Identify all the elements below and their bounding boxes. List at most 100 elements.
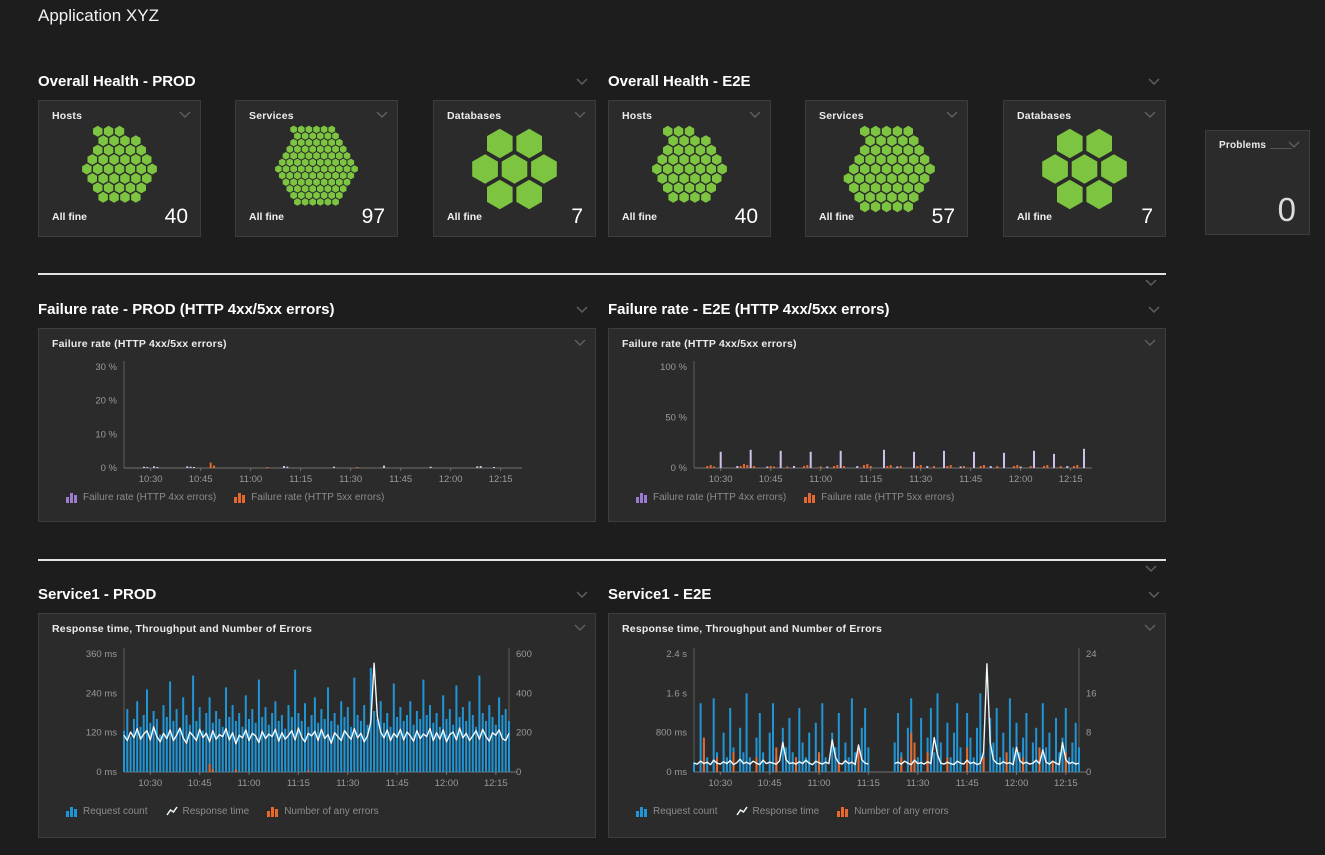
hexagon-healthy xyxy=(275,165,282,173)
legend-item-response-time[interactable]: Response time xyxy=(166,806,250,817)
hexagon-healthy xyxy=(882,126,891,137)
legend-item-request-count[interactable]: Request count xyxy=(636,806,718,817)
hexagon-healthy xyxy=(344,178,351,186)
hexagon-healthy xyxy=(1072,154,1098,184)
chevron-down-icon[interactable] xyxy=(575,591,589,599)
chart-tile-failure-rate-e2e[interactable]: Failure rate (HTTP 4xx/5xx errors) 100 %… xyxy=(608,328,1166,522)
hexagon-healthy xyxy=(679,173,689,184)
chevron-down-icon[interactable] xyxy=(1147,591,1161,599)
bars-icon xyxy=(837,806,849,817)
health-tile-hosts-prod[interactable]: HostsAll fine40 xyxy=(38,100,201,237)
health-tile-databases-e2e[interactable]: DatabasesAll fine7 xyxy=(1003,100,1166,237)
hexagon-healthy xyxy=(668,192,678,203)
hexagon-healthy xyxy=(712,173,722,184)
hexagon-healthy xyxy=(336,192,343,200)
x-axis-tick: 12:00 xyxy=(1005,778,1029,789)
chart-tile-service1-prod[interactable]: Response time, Throughput and Number of … xyxy=(38,613,596,838)
chevron-down-icon[interactable] xyxy=(749,111,761,118)
hexagon-healthy xyxy=(487,180,513,210)
x-axis-tick: 10:30 xyxy=(139,474,163,485)
hexagon-healthy xyxy=(865,135,875,146)
legend-item-failure-rate-http-4xx-errors-[interactable]: Failure rate (HTTP 4xx errors) xyxy=(636,492,786,503)
chevron-down-icon[interactable] xyxy=(376,111,388,118)
hexagon-healthy xyxy=(701,135,711,146)
chevron-down-icon[interactable] xyxy=(574,111,586,118)
y-axis-tick-left: 360 ms xyxy=(86,649,117,660)
hexagon-healthy xyxy=(147,164,157,175)
hexagon-healthy xyxy=(860,164,870,175)
x-axis-tick: 11:00 xyxy=(239,474,262,485)
y-axis-tick-right: 400 xyxy=(516,688,532,699)
legend-item-number-of-any-errors[interactable]: Number of any errors xyxy=(837,806,948,817)
x-axis-tick: 12:00 xyxy=(1009,474,1033,485)
bars-icon xyxy=(636,492,648,503)
chevron-down-icon[interactable] xyxy=(1147,78,1161,86)
x-axis-tick: 11:00 xyxy=(809,474,832,485)
health-tile-databases-prod[interactable]: DatabasesAll fine7 xyxy=(433,100,596,237)
health-tile-hosts-e2e[interactable]: HostsAll fine40 xyxy=(608,100,771,237)
hexagon-healthy xyxy=(679,135,689,146)
hexagon-healthy xyxy=(701,154,711,165)
hexagon-healthy xyxy=(348,172,355,180)
x-axis-tick: 12:15 xyxy=(1059,474,1083,485)
chevron-down-icon[interactable] xyxy=(946,111,958,118)
hexagon-healthy xyxy=(340,159,347,167)
health-tile-services-e2e[interactable]: ServicesAll fine57 xyxy=(805,100,968,237)
hexagon-healthy xyxy=(904,201,914,212)
hexagon-healthy xyxy=(302,159,309,167)
legend-label: Request count xyxy=(83,806,148,817)
series-request-count xyxy=(693,693,1080,772)
hexagon-healthy xyxy=(674,126,683,137)
hexagon-healthy xyxy=(104,145,113,156)
legend-item-failure-rate-http-5xx-errors-[interactable]: Failure rate (HTTP 5xx errors) xyxy=(804,492,954,503)
entity-count: 7 xyxy=(571,205,583,229)
hexagon-healthy xyxy=(321,139,328,147)
legend-item-request-count[interactable]: Request count xyxy=(66,806,148,817)
chevron-down-icon[interactable] xyxy=(1144,111,1156,118)
hexagon-healthy xyxy=(920,173,929,184)
hexagon-healthy xyxy=(321,152,328,160)
hexagon-healthy xyxy=(294,132,301,140)
chevron-down-icon[interactable] xyxy=(1147,306,1161,314)
chevron-down-icon[interactable] xyxy=(575,78,589,86)
hexagon-healthy xyxy=(876,173,886,184)
chevron-down-icon[interactable] xyxy=(575,306,589,314)
hexagon-healthy xyxy=(690,192,700,203)
hexagon-healthy xyxy=(516,180,542,210)
hexagon-healthy xyxy=(876,192,886,203)
service1-prod-chart: 360 ms240 ms120 ms0 ms600400200010:3010:… xyxy=(39,614,595,837)
chevron-down-icon[interactable] xyxy=(1144,565,1158,573)
chart-tile-failure-rate-prod[interactable]: Failure rate (HTTP 4xx/5xx errors) 30 %2… xyxy=(38,328,596,522)
problems-sparkline-placeholder xyxy=(1270,148,1292,149)
chevron-down-icon[interactable] xyxy=(179,111,191,118)
hexagon-healthy xyxy=(701,192,711,203)
y-axis-tick-left: 120 ms xyxy=(86,728,117,739)
hexagon-healthy xyxy=(313,152,320,160)
legend-item-number-of-any-errors[interactable]: Number of any errors xyxy=(267,806,378,817)
legend-item-failure-rate-http-4xx-errors-[interactable]: Failure rate (HTTP 4xx errors) xyxy=(66,492,216,503)
problems-tile[interactable]: Problems 0 xyxy=(1205,130,1310,235)
hexagon-healthy xyxy=(893,164,902,175)
chart-tile-service1-e2e[interactable]: Response time, Throughput and Number of … xyxy=(608,613,1166,838)
series-failure-rate-http-5xx-errors- xyxy=(706,464,1078,468)
legend-item-response-time[interactable]: Response time xyxy=(736,806,820,817)
hexagon-healthy xyxy=(336,139,343,147)
hexagon-healthy xyxy=(321,165,328,173)
hexagon-healthy xyxy=(904,145,914,156)
hexagon-healthy xyxy=(88,154,98,165)
chevron-down-icon[interactable] xyxy=(1288,141,1300,148)
bars-icon xyxy=(267,806,279,817)
health-tile-services-prod[interactable]: ServicesAll fine97 xyxy=(235,100,398,237)
x-axis-tick: 11:15 xyxy=(287,778,310,789)
honeycomb-visualization xyxy=(1004,123,1165,215)
hexagon-healthy xyxy=(325,172,332,180)
y-axis-tick-right: 0 xyxy=(516,767,521,778)
chevron-down-icon[interactable] xyxy=(1144,279,1158,287)
hexagon-healthy xyxy=(104,164,113,175)
hexagon-healthy xyxy=(302,132,309,140)
legend-item-failure-rate-http-5xx-errors-[interactable]: Failure rate (HTTP 5xx errors) xyxy=(234,492,384,503)
hexagon-healthy xyxy=(302,198,309,206)
hexagon-healthy xyxy=(328,192,335,200)
hexagon-healthy xyxy=(668,135,678,146)
x-axis-tick: 11:00 xyxy=(238,778,261,789)
